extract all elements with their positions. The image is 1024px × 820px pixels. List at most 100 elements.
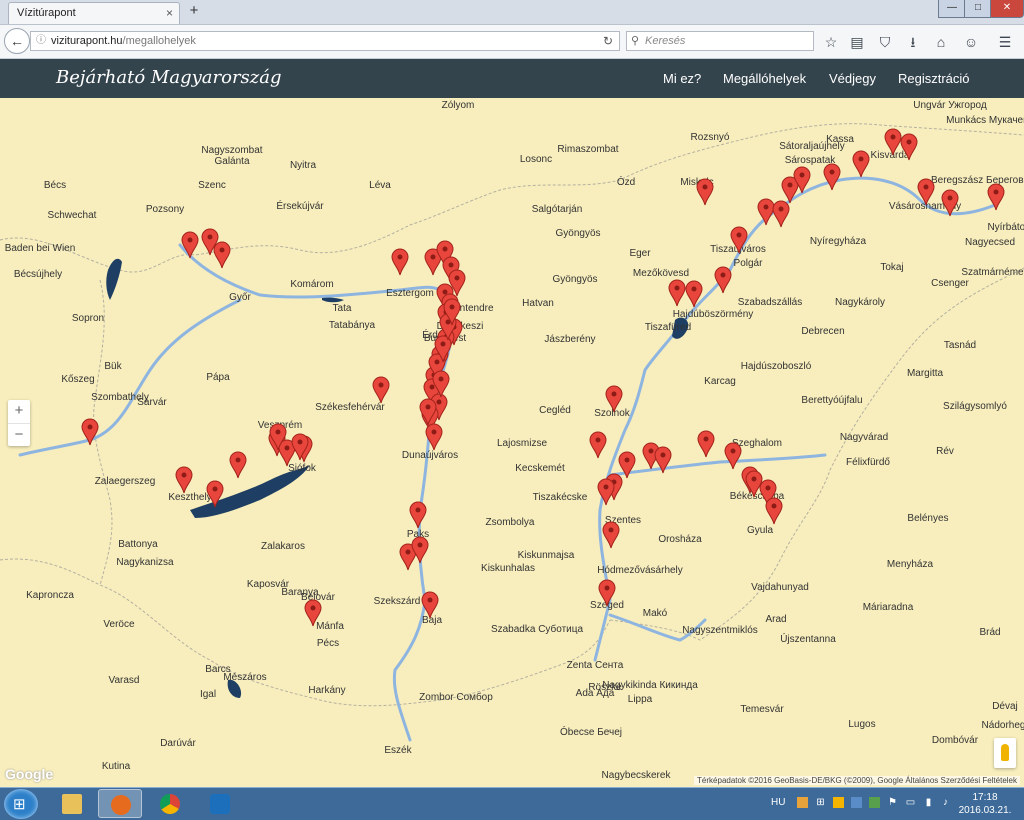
nav-mi-ez[interactable]: Mi ez?: [663, 71, 701, 86]
place-label: Debrecen: [801, 326, 844, 337]
maximize-button[interactable]: □: [964, 0, 992, 18]
place-label: Érsekújvár: [276, 199, 324, 212]
place-label: Tata: [333, 303, 352, 314]
location-marker[interactable]: [757, 198, 775, 226]
place-label: Szabadka Суботица: [491, 623, 584, 635]
place-label: Harkány: [308, 685, 345, 696]
location-marker[interactable]: [391, 248, 409, 276]
nav-regisztracio[interactable]: Regisztráció: [898, 71, 970, 86]
place-label: Nagykároly: [835, 297, 885, 308]
volume-icon[interactable]: ♪: [940, 797, 951, 808]
bookmark-star-icon[interactable]: ☆: [822, 33, 840, 51]
place-label: Pozsony: [146, 204, 184, 215]
location-marker[interactable]: [589, 431, 607, 459]
location-marker[interactable]: [852, 150, 870, 178]
power-icon[interactable]: ▮: [923, 797, 934, 808]
location-marker[interactable]: [602, 521, 620, 549]
place-label: Baden bei Wien: [5, 243, 76, 254]
place-label: Varasd: [109, 675, 140, 686]
map-attribution[interactable]: Térképadatok ©2016 GeoBasis-DE/BKG (©200…: [694, 776, 1020, 785]
map[interactable]: BécsPozsonyNagyszombatNyitraZólyomBeszte…: [0, 98, 1024, 787]
place-label: Cegléd: [539, 405, 571, 416]
place-labels: BécsPozsonyNagyszombatNyitraZólyomBeszte…: [5, 100, 1024, 781]
place-label: Makó: [643, 608, 668, 619]
place-label: Menyháza: [887, 559, 934, 570]
reading-list-icon[interactable]: ▤: [848, 33, 866, 51]
reload-icon[interactable]: ↻: [603, 32, 613, 50]
place-label: Hajdúszoboszló: [741, 361, 812, 372]
place-label: Ungvár Ужгород: [913, 100, 987, 111]
flag-icon[interactable]: ⚑: [887, 797, 898, 808]
info-icon[interactable]: ⓘ: [36, 32, 46, 50]
location-marker[interactable]: [714, 266, 732, 294]
place-label: Komárom: [290, 279, 333, 290]
new-tab-button[interactable]: +: [186, 2, 202, 19]
place-label: Vajdahunyad: [751, 582, 809, 593]
place-label: Rozsnyó: [691, 132, 730, 143]
search-input[interactable]: ⚲ Keresés: [626, 31, 814, 51]
place-label: Mészáros: [223, 672, 266, 683]
zoom-out-button[interactable]: −: [8, 424, 30, 447]
zoom-in-button[interactable]: +: [8, 400, 30, 424]
location-marker[interactable]: [668, 279, 686, 307]
location-marker[interactable]: [823, 163, 841, 191]
tray-icon-4[interactable]: [851, 797, 862, 808]
place-label: Dombóvár: [932, 735, 979, 746]
nav-vedjegy[interactable]: Védjegy: [829, 71, 876, 86]
location-marker[interactable]: [372, 376, 390, 404]
nav-megallohelyek[interactable]: Megállóhelyek: [723, 71, 806, 86]
place-label: Máriaradna: [863, 602, 914, 613]
chrome-icon: [160, 794, 180, 814]
tray-icon-1[interactable]: [797, 797, 808, 808]
url-bar[interactable]: ⓘ viziturapont.hu/megallohelyek ↻: [30, 31, 620, 51]
windows-update-icon[interactable]: ⊞: [815, 797, 826, 808]
location-marker[interactable]: [697, 430, 715, 458]
download-icon[interactable]: ⭳: [904, 33, 922, 51]
place-label: Brád: [979, 627, 1000, 638]
site-header: Bejárható Magyarország Mi ez? Megállóhel…: [0, 59, 1024, 98]
language-indicator[interactable]: HU: [771, 797, 785, 808]
tab-viziturapont[interactable]: Vízitúrapont ×: [8, 2, 180, 24]
menu-icon[interactable]: ☰: [996, 33, 1014, 51]
place-label: Pápa: [206, 372, 230, 383]
back-button[interactable]: ←: [4, 28, 30, 54]
location-marker[interactable]: [765, 497, 783, 525]
clock[interactable]: 17:18 2016.03.21.: [958, 791, 1012, 817]
chrome-taskbar-button[interactable]: [148, 789, 192, 818]
location-marker[interactable]: [696, 178, 714, 206]
location-marker[interactable]: [175, 466, 193, 494]
place-label: Kőszeg: [61, 374, 94, 385]
location-marker[interactable]: [409, 501, 427, 529]
location-marker[interactable]: [411, 536, 429, 564]
place-label: Baja: [422, 615, 442, 626]
chat-icon[interactable]: ☺: [962, 33, 980, 51]
home-icon[interactable]: ⌂: [932, 33, 950, 51]
site-logo[interactable]: Bejárható Magyarország: [56, 67, 282, 88]
location-marker[interactable]: [213, 241, 231, 269]
place-label: Nagykanizsa: [116, 557, 174, 568]
pocket-icon[interactable]: ⛉: [876, 33, 894, 51]
close-window-button[interactable]: ✕: [990, 0, 1024, 18]
outlook-taskbar-button[interactable]: [198, 789, 242, 818]
outlook-icon: [210, 794, 230, 814]
location-marker[interactable]: [724, 442, 742, 470]
place-label: Keszthely: [168, 492, 211, 503]
location-marker[interactable]: [772, 200, 790, 228]
network-icon[interactable]: ▭: [905, 797, 916, 808]
firefox-taskbar-button[interactable]: [98, 789, 142, 818]
tab-close-icon[interactable]: ×: [166, 6, 173, 20]
minimize-button[interactable]: —: [938, 0, 966, 18]
start-button[interactable]: ⊞: [4, 789, 38, 819]
file-explorer-taskbar-button[interactable]: [50, 789, 94, 818]
tray-icon-3[interactable]: [833, 797, 844, 808]
tray-icon-5[interactable]: [869, 797, 880, 808]
location-marker[interactable]: [229, 451, 247, 479]
url-domain: viziturapont.hu: [51, 35, 123, 47]
place-label: Hajdúböszörmény: [673, 309, 754, 320]
location-marker[interactable]: [181, 231, 199, 259]
clock-date: 2016.03.21.: [958, 805, 1012, 816]
street-view-pegman-icon[interactable]: [994, 738, 1016, 768]
place-label: Kecskemét: [515, 463, 565, 474]
place-label: Zsombolya: [486, 517, 535, 528]
place-label: Szolnok: [594, 408, 631, 419]
